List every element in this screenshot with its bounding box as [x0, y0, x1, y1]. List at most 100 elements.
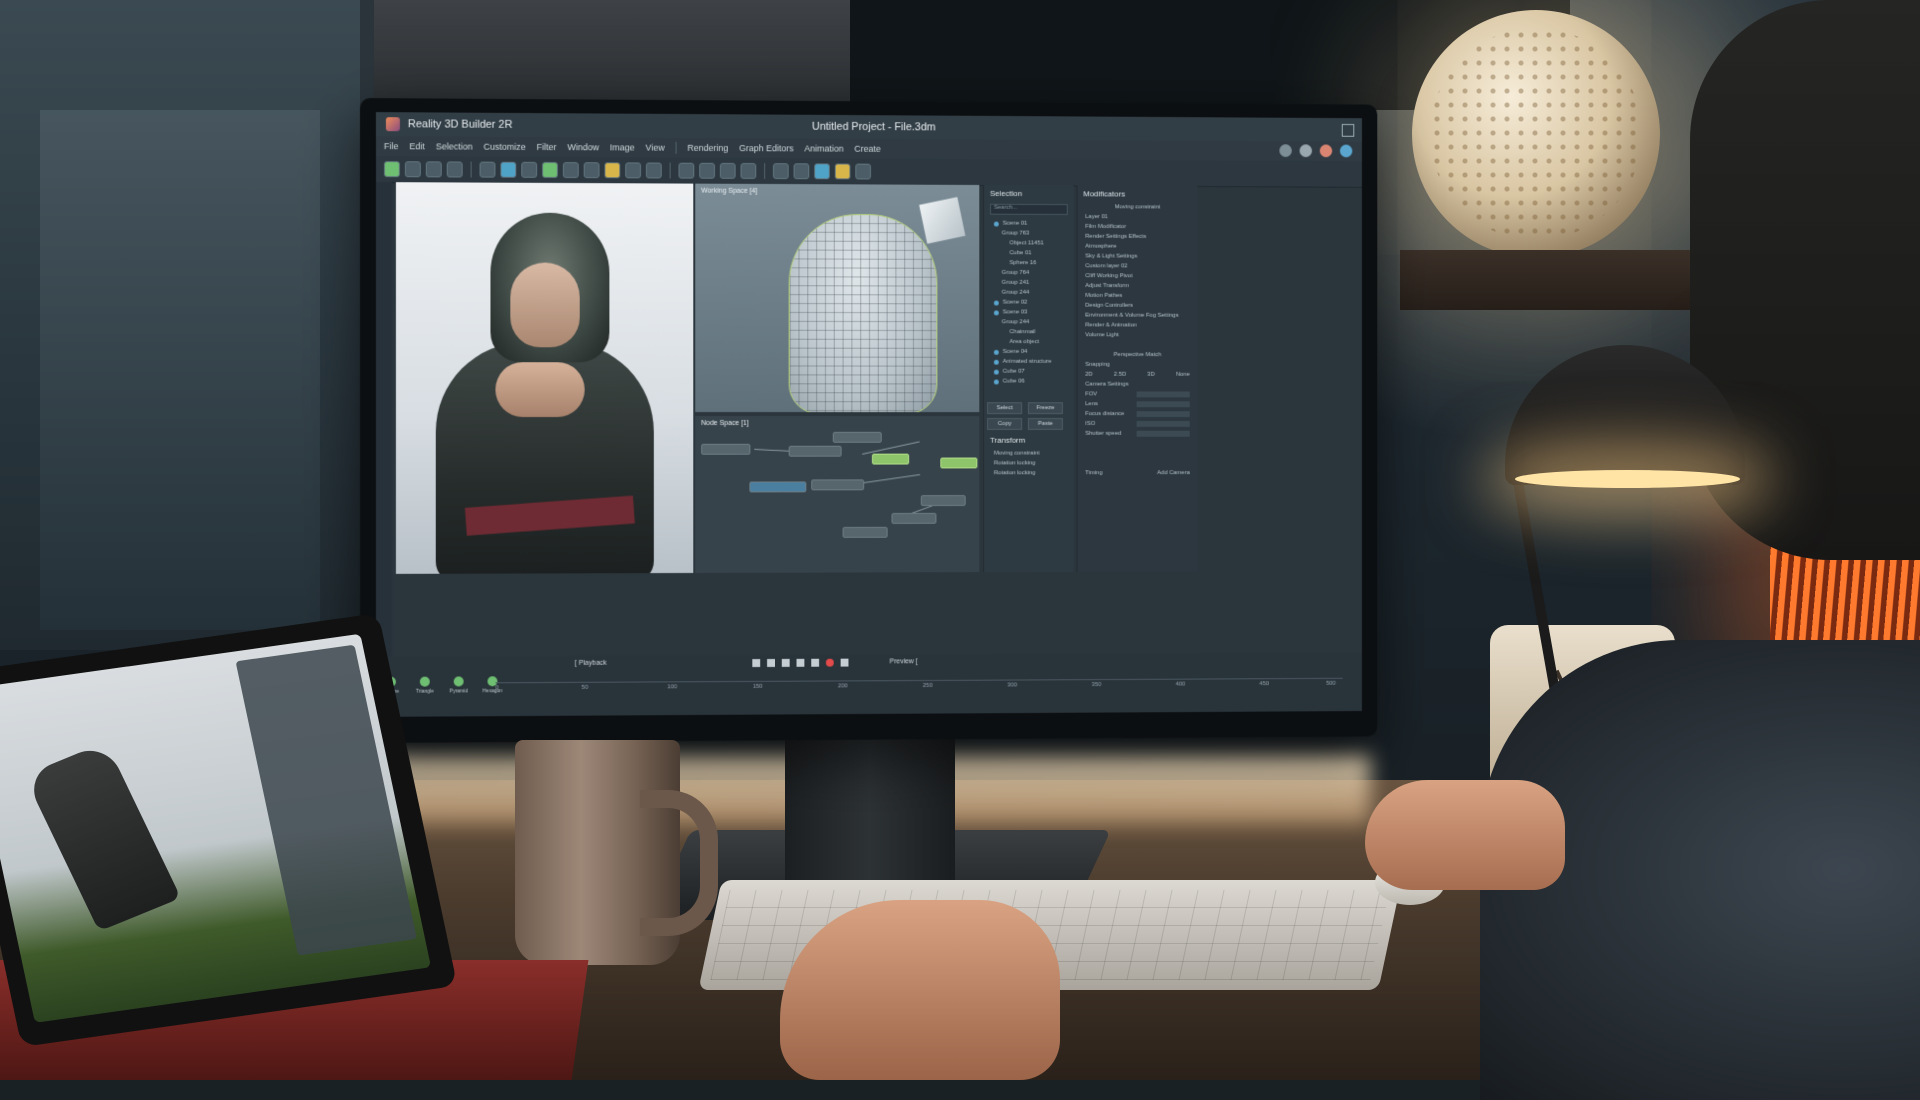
- export-tool-icon[interactable]: [741, 163, 757, 179]
- tree-item[interactable]: Scene 01: [984, 219, 1073, 229]
- tree-item[interactable]: Cube 06: [984, 377, 1073, 387]
- tree-item[interactable]: Group 764: [984, 268, 1073, 278]
- folder-tool-icon[interactable]: [679, 163, 695, 179]
- tree-item[interactable]: Cube 01: [984, 248, 1073, 258]
- stop-icon[interactable]: [841, 659, 849, 667]
- copy-tool-icon[interactable]: [447, 161, 463, 177]
- box-tool-icon[interactable]: [521, 162, 537, 178]
- mirror-tool-icon[interactable]: [625, 162, 641, 178]
- selection-search-input[interactable]: Search...: [990, 204, 1068, 215]
- select-button[interactable]: Select: [987, 402, 1022, 414]
- add-camera-button[interactable]: Add Camera: [1157, 470, 1190, 476]
- copy-button[interactable]: Copy: [987, 418, 1022, 430]
- tree-item[interactable]: Chainmail: [984, 327, 1073, 337]
- modifier-item[interactable]: Environment & Volume Fog Settings: [1077, 311, 1197, 321]
- menu-rendering[interactable]: Rendering: [687, 143, 728, 153]
- modifier-item[interactable]: Atmosphere: [1077, 242, 1197, 252]
- timing-button[interactable]: Timing: [1085, 470, 1102, 476]
- tree-item[interactable]: Group 241: [984, 278, 1073, 288]
- tree-item[interactable]: Animated structure: [984, 357, 1073, 367]
- node-active[interactable]: [872, 454, 909, 465]
- tree-item[interactable]: Object 11451: [984, 238, 1073, 248]
- render-viewport[interactable]: [396, 182, 693, 574]
- transform-item[interactable]: Rotation locking: [984, 458, 1073, 468]
- node[interactable]: [892, 513, 937, 524]
- tree-item[interactable]: Group 244: [984, 317, 1073, 327]
- menu-image[interactable]: Image: [610, 142, 635, 152]
- modifier-item[interactable]: Design Controllers: [1077, 301, 1197, 311]
- node[interactable]: [789, 446, 842, 457]
- step-back-icon[interactable]: [767, 659, 775, 667]
- snap-option[interactable]: 2D: [1085, 372, 1092, 378]
- triangle-button[interactable]: Triangle: [414, 677, 436, 695]
- document-tool-icon[interactable]: [855, 164, 871, 180]
- record-icon[interactable]: [826, 659, 834, 667]
- tree-item[interactable]: Sphere 16: [984, 258, 1073, 268]
- settings-icon[interactable]: [1320, 144, 1332, 157]
- snap-option[interactable]: 2.5D: [1114, 372, 1126, 378]
- menu-edit[interactable]: Edit: [409, 141, 424, 151]
- modifier-item[interactable]: Render Settings Effects: [1077, 232, 1197, 242]
- node[interactable]: [843, 527, 888, 538]
- rewind-icon[interactable]: [752, 659, 760, 667]
- snap-option[interactable]: None: [1176, 372, 1190, 378]
- camera-field-input[interactable]: [1137, 411, 1190, 417]
- grid-tool-icon[interactable]: [426, 161, 442, 177]
- move-tool-icon[interactable]: [542, 162, 558, 178]
- node-input[interactable]: [749, 481, 806, 492]
- layer-tool-icon[interactable]: [699, 163, 715, 179]
- tree-item[interactable]: Cube 07: [984, 367, 1073, 377]
- material-tool-icon[interactable]: [835, 163, 851, 179]
- modifier-item[interactable]: Motion Pathes: [1077, 291, 1197, 301]
- modifier-item[interactable]: Sky & Light Settings: [1077, 251, 1197, 261]
- node[interactable]: [701, 444, 750, 455]
- paste-button[interactable]: Paste: [1028, 418, 1063, 430]
- render-tool-icon[interactable]: [814, 163, 830, 179]
- share-icon[interactable]: [1279, 144, 1292, 157]
- menu-selection[interactable]: Selection: [436, 141, 473, 151]
- node[interactable]: [811, 479, 864, 490]
- freeze-button[interactable]: Freeze: [1028, 402, 1063, 414]
- play-icon[interactable]: [782, 659, 790, 667]
- select-tool-icon[interactable]: [384, 161, 400, 177]
- pause-icon[interactable]: [797, 659, 805, 667]
- wireframe-model[interactable]: [789, 214, 938, 412]
- transform-item[interactable]: Moving constraint: [984, 449, 1073, 459]
- node-editor[interactable]: Node Space [1]: [695, 416, 979, 573]
- tree-item[interactable]: Area object: [984, 337, 1073, 347]
- tree-item[interactable]: Scene 04: [984, 347, 1073, 357]
- menu-graph-editors[interactable]: Graph Editors: [739, 143, 794, 153]
- node[interactable]: [833, 432, 882, 443]
- tree-item[interactable]: Group 244: [984, 288, 1073, 298]
- workspace-viewport[interactable]: Working Space [4]: [695, 184, 979, 412]
- transform-item[interactable]: Rotation locking: [984, 468, 1073, 478]
- tree-item[interactable]: Scene 02: [984, 298, 1073, 308]
- user-avatar-icon[interactable]: [1340, 145, 1352, 158]
- modifier-item[interactable]: Render & Animation: [1077, 320, 1197, 330]
- modifier-item[interactable]: Volume Light: [1077, 330, 1197, 340]
- snap-option[interactable]: 3D: [1147, 372, 1154, 378]
- camera-field-input[interactable]: [1137, 401, 1190, 407]
- menu-window[interactable]: Window: [567, 142, 599, 152]
- menu-customize[interactable]: Customize: [484, 142, 526, 152]
- timeline[interactable]: 0 50 100 150 200 250 300 350 400 450 500: [495, 678, 1342, 695]
- node-active[interactable]: [940, 458, 977, 469]
- menu-create[interactable]: Create: [854, 144, 880, 154]
- rotate-tool-icon[interactable]: [563, 162, 579, 178]
- modifier-item[interactable]: Cliff Working Pivot: [1077, 271, 1197, 281]
- tree-item[interactable]: Group 763: [984, 228, 1073, 238]
- modifier-item[interactable]: Adjust Transform: [1077, 281, 1197, 291]
- maximize-icon[interactable]: [1342, 124, 1354, 137]
- magnet-tool-icon[interactable]: [794, 163, 810, 179]
- scale-tool-icon[interactable]: [584, 162, 600, 178]
- menu-view[interactable]: View: [646, 143, 665, 153]
- step-forward-icon[interactable]: [811, 659, 819, 667]
- menu-file[interactable]: File: [384, 141, 398, 151]
- menu-animation[interactable]: Animation: [804, 144, 843, 154]
- camera-field-input[interactable]: [1137, 431, 1190, 437]
- modifier-item[interactable]: Custom layer 02: [1077, 261, 1197, 271]
- align-tool-icon[interactable]: [646, 162, 662, 178]
- notification-icon[interactable]: [1300, 144, 1312, 157]
- node[interactable]: [921, 495, 966, 506]
- tree-item[interactable]: Scene 03: [984, 307, 1073, 317]
